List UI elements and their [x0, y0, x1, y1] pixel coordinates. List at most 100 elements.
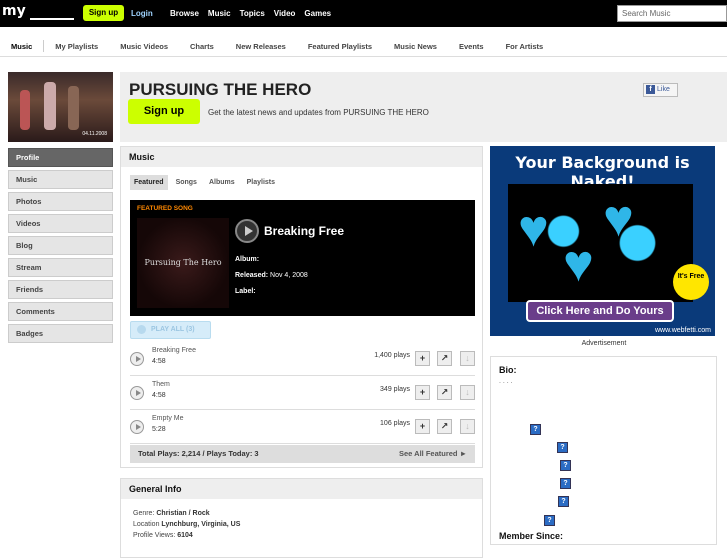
subnav-new-releases[interactable]: New Releases: [225, 42, 297, 51]
menu-badges[interactable]: Badges: [8, 324, 113, 343]
facebook-like-button[interactable]: f Like: [643, 83, 678, 97]
play-track-icon[interactable]: [130, 420, 144, 434]
ad-free-badge: It's Free: [673, 264, 709, 300]
bio-title: Bio:: [499, 365, 517, 375]
music-panel-title: Music: [121, 147, 482, 167]
menu-friends[interactable]: Friends: [8, 280, 113, 299]
nav-video[interactable]: Video: [274, 9, 296, 18]
subnav-music-videos[interactable]: Music Videos: [109, 42, 179, 51]
menu-blog[interactable]: Blog: [8, 236, 113, 255]
bio-text: . . . .: [499, 378, 513, 385]
subnav-featured-playlists[interactable]: Featured Playlists: [297, 42, 383, 51]
broken-image-icon: ?: [557, 442, 568, 453]
music-panel: Music Featured Songs Albums Playlists FE…: [120, 146, 483, 468]
broken-image-icon: ?: [560, 478, 571, 489]
track-plays: 1,400 plays: [374, 352, 410, 359]
subnav-for-artists[interactable]: For Artists: [495, 42, 555, 51]
share-track-icon[interactable]: ↗: [437, 351, 452, 366]
released-info: Released: Nov 4, 2008: [235, 272, 308, 279]
play-totals-bar: Total Plays: 2,214 / Plays Today: 3 See …: [130, 445, 475, 463]
play-track-icon[interactable]: [130, 352, 144, 366]
nav-topics[interactable]: Topics: [240, 9, 265, 18]
tab-featured[interactable]: Featured: [130, 175, 168, 190]
broken-image-icon: ?: [560, 460, 571, 471]
nav-music[interactable]: Music: [208, 9, 231, 18]
signup-promo-text: Get the latest news and updates from PUR…: [208, 108, 429, 117]
tab-albums[interactable]: Albums: [205, 175, 239, 190]
add-track-icon[interactable]: +: [415, 419, 430, 434]
band-member-figure: [68, 86, 79, 130]
general-info-title: General Info: [121, 479, 482, 499]
search-input[interactable]: Search Music: [617, 5, 727, 22]
menu-profile[interactable]: Profile: [8, 148, 113, 167]
menu-stream[interactable]: Stream: [8, 258, 113, 277]
total-plays: Total Plays: 2,214 / Plays Today: 3: [138, 449, 259, 458]
share-track-icon[interactable]: ↗: [437, 419, 452, 434]
play-all-button[interactable]: PLAY ALL (3): [130, 321, 211, 339]
subnav-my-playlists[interactable]: My Playlists: [44, 42, 109, 51]
broken-image-icon: ?: [544, 515, 555, 526]
album-label: Album:: [235, 256, 260, 263]
nav-games[interactable]: Games: [304, 9, 331, 18]
band-member-figure: [20, 90, 30, 130]
profile-views-row: Profile Views: 6104: [133, 532, 193, 539]
track-duration: 4:58: [152, 392, 166, 399]
music-tabs: Featured Songs Albums Playlists: [130, 175, 279, 190]
share-track-icon[interactable]: ↗: [437, 385, 452, 400]
menu-videos[interactable]: Videos: [8, 214, 113, 233]
profile-photo[interactable]: 04.11.2008: [8, 72, 113, 142]
subnav-music[interactable]: Music: [0, 42, 43, 51]
download-track-icon[interactable]: ↓: [460, 419, 475, 434]
play-featured-icon[interactable]: [235, 219, 259, 243]
login-link[interactable]: Login: [131, 9, 153, 18]
artist-header: PURSUING THE HERO f Like Sign up Get the …: [120, 72, 727, 142]
track-row: Empty Me 5:28 106 plays + ↗ ↓: [130, 411, 475, 444]
left-column: 04.11.2008 Profile Music Photos Videos B…: [8, 72, 113, 346]
see-all-featured-link[interactable]: See All Featured ►: [399, 445, 467, 463]
tab-playlists[interactable]: Playlists: [243, 175, 279, 190]
heart-icon: ♥: [603, 190, 634, 248]
track-name[interactable]: Empty Me: [152, 415, 184, 422]
nav-browse[interactable]: Browse: [170, 9, 199, 18]
genre-row: Genre: Christian / Rock: [133, 510, 210, 517]
menu-music[interactable]: Music: [8, 170, 113, 189]
menu-comments[interactable]: Comments: [8, 302, 113, 321]
track-name[interactable]: Them: [152, 381, 170, 388]
tab-songs[interactable]: Songs: [172, 175, 201, 190]
track-name[interactable]: Breaking Free: [152, 347, 196, 354]
advertisement-banner[interactable]: Your Background is Naked! ♥ ♥ ♥ It's Fre…: [490, 146, 715, 336]
broken-image-icon: ?: [558, 496, 569, 507]
ad-cta-button[interactable]: Click Here and Do Yours: [526, 300, 674, 322]
featured-song-box: FEATURED SONG Pursuing The Hero Breaking…: [130, 200, 475, 316]
track-plays: 349 plays: [380, 386, 410, 393]
heart-icon: ♥: [518, 200, 549, 258]
member-since-label: Member Since:: [499, 531, 564, 541]
profile-menu: Profile Music Photos Videos Blog Stream …: [8, 148, 113, 343]
music-subnav: Music My Playlists Music Videos Charts N…: [0, 36, 727, 57]
menu-photos[interactable]: Photos: [8, 192, 113, 211]
like-label: Like: [657, 86, 670, 93]
heart-icon: ♥: [563, 235, 594, 293]
track-duration: 5:28: [152, 426, 166, 433]
ad-hearts-image: ♥ ♥ ♥: [508, 184, 693, 302]
download-track-icon[interactable]: ↓: [460, 351, 475, 366]
featured-song-title[interactable]: Breaking Free: [264, 224, 344, 238]
advertisement-label: Advertisement: [581, 340, 627, 347]
add-track-icon[interactable]: +: [415, 351, 430, 366]
subnav-charts[interactable]: Charts: [179, 42, 225, 51]
broken-image-icon: ?: [530, 424, 541, 435]
signup-button[interactable]: Sign up: [128, 99, 200, 124]
bio-panel: Bio: . . . . ? ? ? ? ? ? Member Since:: [490, 356, 717, 545]
download-track-icon[interactable]: ↓: [460, 385, 475, 400]
artist-name: PURSUING THE HERO: [129, 80, 312, 99]
featured-song-label: FEATURED SONG: [137, 205, 193, 212]
add-track-icon[interactable]: +: [415, 385, 430, 400]
facebook-icon: f: [646, 85, 655, 94]
myspace-logo[interactable]: my: [2, 3, 26, 19]
track-duration: 4:58: [152, 358, 166, 365]
signup-button-top[interactable]: Sign up: [83, 5, 124, 21]
subnav-music-news[interactable]: Music News: [383, 42, 448, 51]
subnav-events[interactable]: Events: [448, 42, 495, 51]
play-track-icon[interactable]: [130, 386, 144, 400]
record-label-info: Label:: [235, 288, 256, 295]
